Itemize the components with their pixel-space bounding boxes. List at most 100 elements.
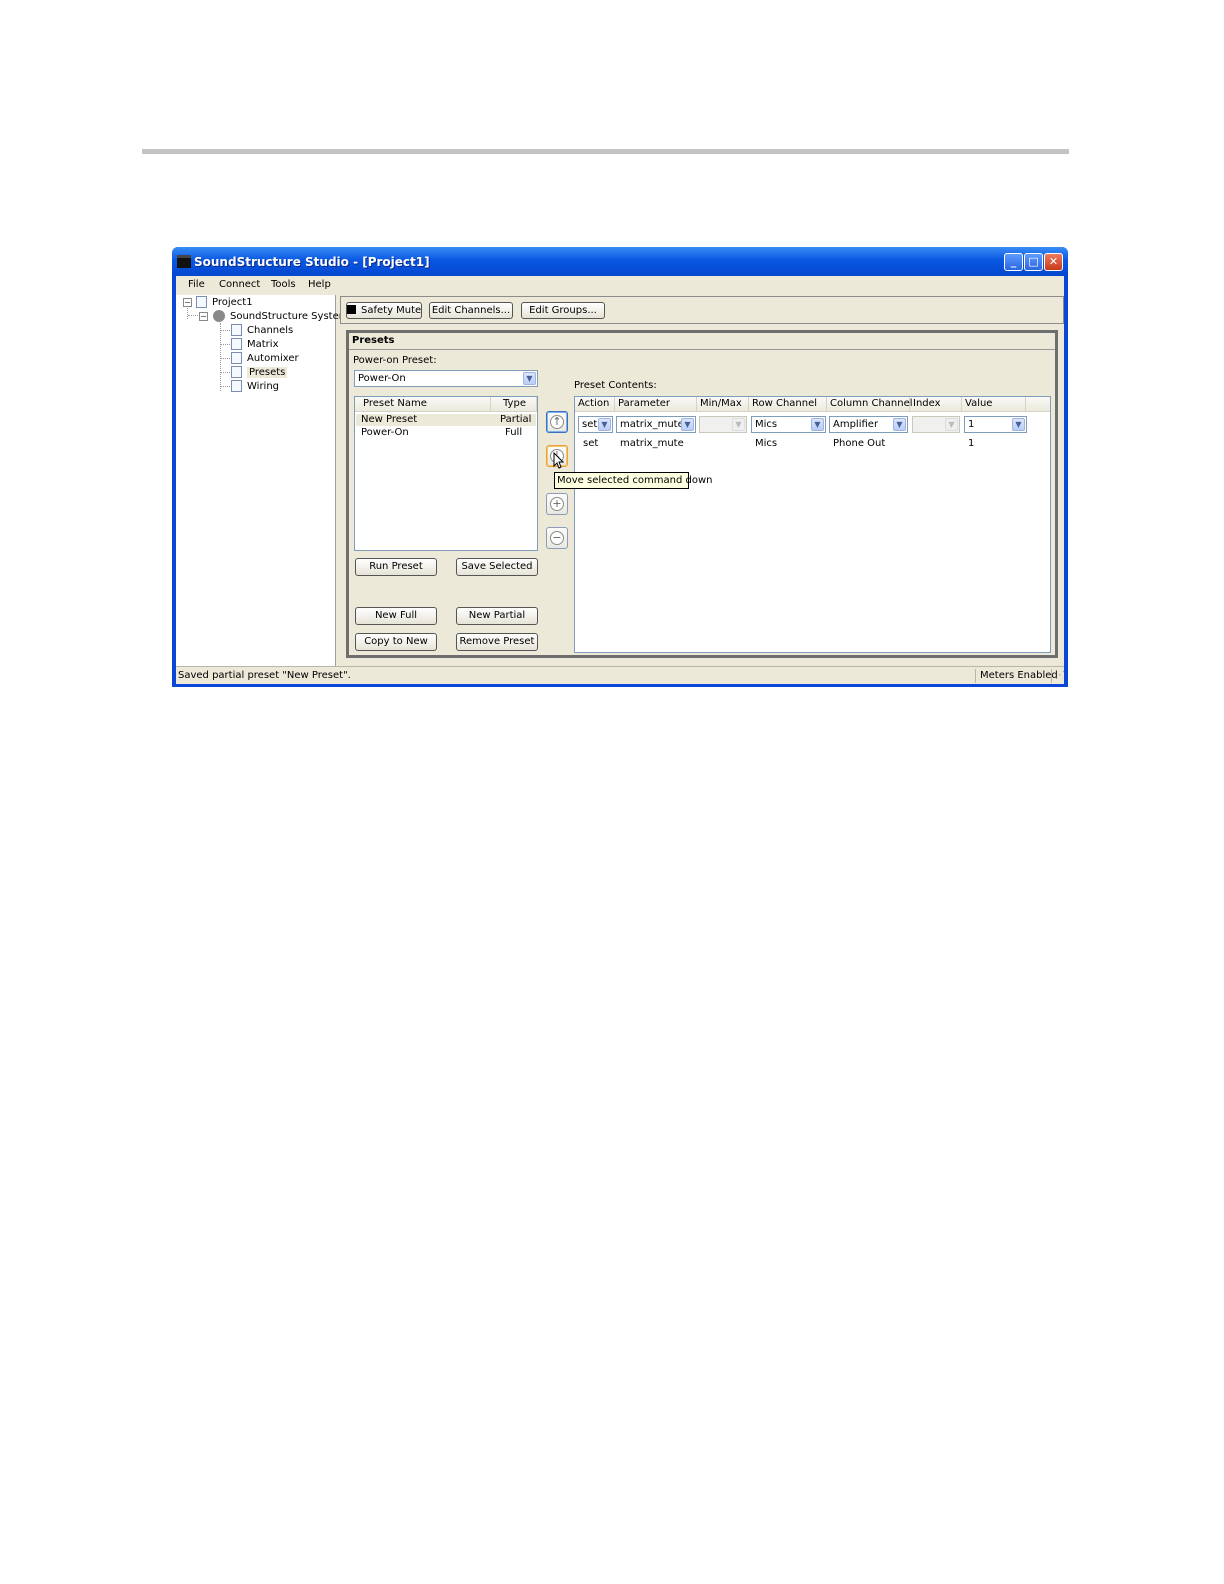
system-icon xyxy=(213,310,225,322)
menu-bar: File Connect Tools Help xyxy=(176,276,1064,295)
chevron-down-icon[interactable]: ▼ xyxy=(893,418,906,431)
chevron-down-icon[interactable]: ▼ xyxy=(523,372,536,385)
col-parameter[interactable]: Parameter xyxy=(615,397,697,412)
title-bar[interactable]: SoundStructure Studio - [Project1] _ □ ✕ xyxy=(172,247,1068,276)
tree-item-wiring-label: Wiring xyxy=(247,381,280,392)
col-value[interactable]: Value xyxy=(962,397,1026,412)
row-column-channel-cell[interactable]: Phone Out xyxy=(833,438,885,449)
power-on-preset-value: Power-On xyxy=(358,373,406,384)
maximize-button[interactable]: □ xyxy=(1024,253,1043,271)
safety-mute-label: Safety Mute xyxy=(361,305,422,316)
tree-item-presets-label: Presets xyxy=(247,367,288,378)
chevron-down-icon[interactable]: ▼ xyxy=(681,418,694,431)
column-channel-select-value: Amplifier xyxy=(833,419,879,430)
tooltip: Move selected command down xyxy=(554,472,712,489)
preset-type-cell: Full xyxy=(505,427,523,438)
preset-type-cell: Partial xyxy=(500,414,532,425)
value-select[interactable]: 1 ▼ xyxy=(964,416,1027,433)
menu-help[interactable]: Help xyxy=(308,279,331,290)
presets-panel-title: Presets xyxy=(349,333,1055,350)
menu-connect[interactable]: Connect xyxy=(219,279,260,290)
row-row-channel-cell[interactable]: Mics xyxy=(755,438,777,449)
tree-connector xyxy=(221,358,230,359)
move-up-button[interactable]: ↑ xyxy=(546,411,568,433)
tree-item-wiring[interactable]: Wiring xyxy=(231,380,279,394)
chevron-down-icon[interactable]: ▼ xyxy=(1012,418,1025,431)
tree-item-project[interactable]: Project1 xyxy=(196,296,253,310)
value-select-value: 1 xyxy=(968,419,975,430)
preset-list-header: Preset Name Type xyxy=(355,397,537,412)
edit-channels-button[interactable]: Edit Channels... xyxy=(429,302,513,319)
col-index[interactable]: Index xyxy=(910,397,962,412)
chevron-down-icon[interactable]: ▼ xyxy=(811,418,824,431)
remove-preset-button[interactable]: Remove Preset xyxy=(456,633,538,651)
menu-file[interactable]: File xyxy=(188,279,205,290)
col-preset-name[interactable]: Preset Name xyxy=(355,397,491,412)
col-action[interactable]: Action xyxy=(575,397,615,412)
edit-groups-button[interactable]: Edit Groups... xyxy=(521,302,605,319)
min-max-select: ▼ xyxy=(699,416,747,433)
chevron-down-icon[interactable]: ▼ xyxy=(598,418,611,431)
action-select[interactable]: set ▼ xyxy=(578,416,613,433)
tree-connector xyxy=(187,308,188,319)
mouse-cursor-icon xyxy=(553,452,565,469)
power-on-preset-select[interactable]: Power-On ▼ xyxy=(354,370,538,387)
col-type[interactable]: Type xyxy=(491,397,537,412)
tree-item-matrix[interactable]: Matrix xyxy=(231,338,278,352)
tree-connector xyxy=(220,323,221,391)
preset-contents-grid[interactable]: Action Parameter Min/Max Row Channel Col… xyxy=(574,396,1051,653)
channels-icon xyxy=(231,324,242,336)
toolbar: Safety Mute Edit Channels... Edit Groups… xyxy=(340,296,1064,324)
save-selected-button[interactable]: Save Selected xyxy=(456,558,538,576)
meters-status: Meters Enabled xyxy=(980,669,1058,683)
tree-connector xyxy=(221,330,230,331)
app-icon xyxy=(177,255,191,268)
wiring-icon xyxy=(231,380,242,392)
col-column-channel[interactable]: Column Channel xyxy=(827,397,913,412)
column-channel-select[interactable]: Amplifier ▼ xyxy=(829,416,908,433)
tree-item-channels[interactable]: Channels xyxy=(231,324,293,338)
menu-tools[interactable]: Tools xyxy=(271,279,296,290)
col-min-max[interactable]: Min/Max xyxy=(697,397,749,412)
close-button[interactable]: ✕ xyxy=(1044,253,1063,271)
tree-item-matrix-label: Matrix xyxy=(247,339,279,350)
status-bar: Saved partial preset "New Preset". Meter… xyxy=(176,666,1065,684)
expand-project-icon[interactable]: − xyxy=(183,298,192,307)
safety-mute-button[interactable]: Safety Mute xyxy=(346,302,422,319)
automixer-icon xyxy=(231,352,242,364)
minus-icon: − xyxy=(550,531,564,545)
run-preset-button[interactable]: Run Preset xyxy=(355,558,437,576)
tree-item-automixer[interactable]: Automixer xyxy=(231,352,299,366)
row-value-cell[interactable]: 1 xyxy=(968,438,974,449)
tree-item-system[interactable]: SoundStructure System xyxy=(213,310,348,324)
tree-connector xyxy=(221,372,230,373)
parameter-select[interactable]: matrix_mute ▼ xyxy=(616,416,696,433)
new-full-button[interactable]: New Full xyxy=(355,607,437,625)
minimize-button[interactable]: _ xyxy=(1004,253,1023,271)
row-action-cell[interactable]: set xyxy=(583,438,598,449)
preset-name-cell[interactable]: Power-On xyxy=(361,427,409,438)
tree-connector xyxy=(188,315,198,316)
add-command-button[interactable]: + xyxy=(546,493,568,515)
row-parameter-cell[interactable]: matrix_mute xyxy=(620,438,684,449)
row-channel-select[interactable]: Mics ▼ xyxy=(751,416,826,433)
preset-contents-label: Preset Contents: xyxy=(574,380,657,391)
arrow-up-icon: ↑ xyxy=(550,415,564,429)
resize-grip-icon[interactable]: ⋰ xyxy=(1053,669,1065,683)
expand-system-icon[interactable]: − xyxy=(199,312,208,321)
preset-name-cell[interactable]: New Preset xyxy=(361,414,417,425)
tree-connector xyxy=(221,386,230,387)
presets-icon xyxy=(231,366,242,378)
copy-to-new-button[interactable]: Copy to New xyxy=(355,633,437,651)
remove-command-button[interactable]: − xyxy=(546,527,568,549)
tree-item-channels-label: Channels xyxy=(247,325,294,336)
parameter-select-value: matrix_mute xyxy=(620,419,684,430)
preset-list[interactable]: Preset Name Type New Preset Partial Powe… xyxy=(354,396,538,551)
project-tree: − Project1 − SoundStructure System Chann… xyxy=(176,295,348,666)
page-top-rule xyxy=(142,149,1069,154)
index-select: ▼ xyxy=(912,416,960,433)
new-partial-button[interactable]: New Partial xyxy=(456,607,538,625)
tree-item-presets[interactable]: Presets xyxy=(231,366,288,380)
matrix-icon xyxy=(231,338,242,350)
col-row-channel[interactable]: Row Channel xyxy=(749,397,827,412)
